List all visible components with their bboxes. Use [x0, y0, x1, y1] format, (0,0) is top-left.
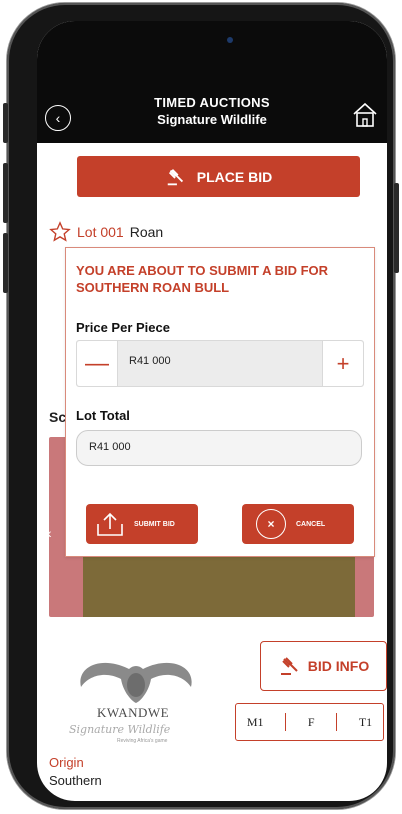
app-header: ‹ TIMED AUCTIONS Signature Wildlife	[37, 83, 387, 143]
tab-divider	[336, 713, 338, 731]
back-icon[interactable]: ‹	[45, 105, 71, 131]
kwandwe-logo: KWANDWE Signature Wildlife Reviving Afri…	[57, 647, 217, 747]
submit-bid-modal: YOU ARE ABOUT TO SUBMIT A BID FOR SOUTHE…	[65, 247, 375, 557]
decrement-button[interactable]: —	[77, 341, 118, 386]
origin-value: Southern	[49, 773, 102, 788]
cancel-label: CANCEL	[296, 520, 326, 528]
header-title-line2: Signature Wildlife	[157, 112, 267, 127]
header-title: TIMED AUCTIONS Signature Wildlife	[97, 95, 327, 127]
close-icon: ×	[256, 509, 286, 539]
tab-f[interactable]: F	[308, 715, 315, 730]
price-stepper: — R41 000 +	[76, 340, 364, 387]
place-bid-label: PLACE BID	[196, 168, 273, 185]
lot-total-label: Lot Total	[76, 408, 130, 423]
section-heading-partial: Sc	[49, 409, 67, 425]
phone-volume-button	[3, 163, 8, 223]
tab-m1[interactable]: M1	[247, 715, 264, 730]
lot-number: Lot 001	[77, 224, 124, 240]
modal-title: YOU ARE ABOUT TO SUBMIT A BID FOR SOUTHE…	[76, 263, 329, 295]
cancel-button[interactable]: × CANCEL	[242, 504, 354, 544]
lot-row: Lot 001 Roan	[49, 221, 163, 243]
lot-name: Roan	[129, 224, 164, 240]
gavel-icon	[167, 168, 183, 185]
submit-bid-label: SUBMIT BID	[134, 520, 175, 528]
price-value[interactable]: R41 000	[129, 355, 171, 367]
place-bid-button[interactable]: PLACE BID	[77, 156, 360, 197]
phone-power-button	[394, 183, 399, 273]
price-per-piece-label: Price Per Piece	[76, 320, 170, 335]
status-bar	[37, 21, 387, 83]
gallery-prev-arrow[interactable]: ‹	[47, 525, 52, 541]
phone-volume-button	[3, 233, 8, 293]
logo-brand: KWANDWE	[97, 705, 170, 720]
lot-tabs: M1 F T1	[235, 703, 384, 741]
star-outline-icon[interactable]	[49, 221, 71, 243]
camera-dot	[227, 37, 233, 43]
phone-frame: ‹ TIMED AUCTIONS Signature Wildlife PLAC…	[3, 3, 399, 809]
home-icon[interactable]	[351, 101, 379, 129]
buffalo-logo-icon	[80, 662, 192, 703]
lot-total-value: R41 000	[89, 441, 131, 453]
increment-button[interactable]: +	[322, 341, 363, 386]
header-title-line1: TIMED AUCTIONS	[154, 95, 270, 110]
upload-icon	[97, 512, 123, 536]
phone-side-button	[3, 103, 8, 143]
tab-t1[interactable]: T1	[359, 715, 372, 730]
lot-total-field: R41 000	[76, 430, 362, 466]
origin-label: Origin	[49, 755, 84, 770]
logo-tagline: Reviving Africa's game	[117, 738, 168, 744]
bid-info-button[interactable]: BID INFO	[260, 641, 387, 691]
tab-divider	[285, 713, 287, 731]
submit-bid-button[interactable]: SUBMIT BID	[86, 504, 198, 544]
app-screen: ‹ TIMED AUCTIONS Signature Wildlife PLAC…	[37, 21, 387, 801]
gavel-icon	[280, 657, 298, 675]
logo-script: Signature Wildlife	[69, 723, 171, 736]
bid-info-label: BID INFO	[307, 658, 370, 674]
